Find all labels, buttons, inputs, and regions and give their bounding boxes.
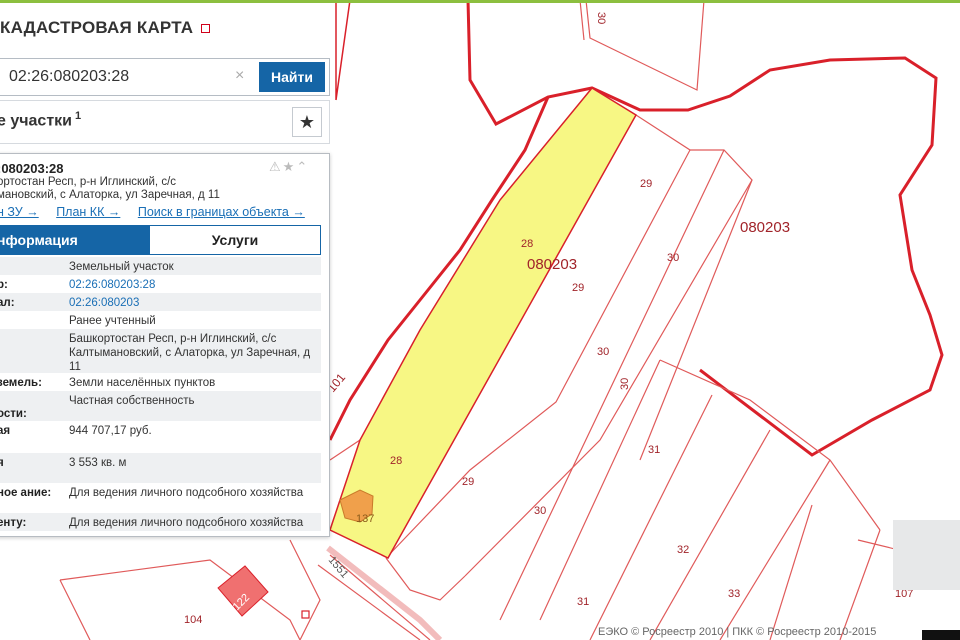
map-label: 104 [184, 614, 202, 626]
link-plan-zu[interactable]: н ЗУ → [0, 205, 39, 219]
scale-bar [922, 630, 960, 640]
card-actions: ⚠★⌃ [269, 159, 309, 175]
map-label: 31 [648, 444, 660, 456]
tab-information[interactable]: нформация [0, 225, 149, 255]
map-label: 30 [595, 12, 607, 24]
row-value: Земли населённых пунктов [69, 377, 216, 389]
parcel-address: ортостан Респ, р-н Иглинский, с/с мановс… [0, 176, 267, 202]
search-button[interactable]: Найти [259, 62, 325, 92]
small-square-marker [301, 610, 310, 619]
table-row: ая 944 707,17 руб. [0, 421, 321, 453]
results-label-text: е участки [0, 112, 73, 130]
table-row: Ранее учтенный [0, 311, 321, 329]
chevron-up-icon[interactable]: ⌃ [296, 159, 309, 174]
favorites-button[interactable]: ★ [292, 107, 322, 137]
row-key: ости: [0, 408, 27, 420]
top-accent-bar [0, 0, 960, 3]
parcel-card: :080203:28 ортостан Респ, р-н Иглинский,… [0, 153, 330, 537]
table-row: р: 02:26:080203:28 [0, 275, 321, 293]
row-value: 944 707,17 руб. [69, 425, 152, 437]
parcel-number: :080203:28 [0, 161, 64, 176]
row-value: Для ведения личного подсобного хозяйства [69, 517, 304, 529]
star-outline-icon[interactable]: ★ [283, 159, 297, 174]
cadastral-number-link[interactable]: 02:26:080203:28 [69, 275, 319, 293]
star-icon: ★ [298, 112, 316, 132]
map-label: 30 [667, 252, 679, 264]
map-label: 31 [577, 596, 589, 608]
tab-services[interactable]: Услуги [149, 225, 321, 255]
row-key: енту: [0, 517, 27, 529]
table-row: ал: 02:26:080203 [0, 293, 321, 311]
row-key [0, 257, 69, 275]
table-row: ное ание: Для ведения личного подсобного … [0, 483, 321, 513]
table-row: я3 553 кв. м [0, 453, 321, 483]
table-row: Земельный участок [0, 257, 321, 275]
row-key: р: [0, 279, 8, 291]
square-icon [201, 24, 211, 34]
app-title: КАДАСТРОВАЯ КАРТА [0, 18, 211, 38]
map-logo-watermark [893, 520, 960, 590]
map-label: 33 [728, 588, 740, 600]
table-row: ости: Частная собственность [0, 391, 321, 421]
row-key [0, 311, 69, 329]
search-input[interactable] [0, 59, 255, 95]
row-key: я [0, 453, 69, 483]
address-line-1: ортостан Респ, р-н Иглинский, с/с [0, 176, 177, 188]
link-plan-kk[interactable]: План КК → [56, 205, 120, 219]
row-value: 3 553 кв. м [69, 457, 127, 469]
row-key: земель: [0, 377, 42, 389]
table-row: земель: Земли населённых пунктов [0, 373, 321, 391]
row-value: Башкортостан Респ, р-н Иглинский, с/с Ка… [69, 333, 311, 373]
row-key: ное ание: [0, 487, 52, 499]
map-label: 1551 [326, 554, 351, 580]
map-label: 30 [597, 346, 609, 358]
table-row: Башкортостан Респ, р-н Иглинский, с/с Ка… [0, 329, 321, 373]
row-key: ал: [0, 297, 15, 309]
attributes-table: Земельный участок р: 02:26:080203:28 ал: 0… [0, 257, 321, 531]
app-title-text: КАДАСТРОВАЯ КАРТА [0, 18, 194, 37]
map-label: 080203 [527, 256, 577, 273]
row-value: Земельный участок [69, 261, 174, 273]
map-label: 30 [534, 505, 546, 517]
quarter-boundary-top-left [335, 0, 351, 101]
link-search-in-bounds[interactable]: Поиск в границах объекта → [138, 205, 305, 219]
map-label: 28 [521, 238, 533, 250]
map-label: 080203 [740, 219, 790, 236]
row-key [0, 329, 69, 373]
map-label: 29 [640, 178, 652, 190]
warning-icon[interactable]: ⚠ [269, 159, 283, 174]
map-label: 30 [619, 378, 631, 390]
map-attribution: ЕЭКО © Росреестр 2010 | ПКК © Росреестр … [598, 626, 877, 638]
table-row: енту: Для ведения личного подсобного хозя… [0, 513, 321, 531]
map-label: 29 [572, 282, 584, 294]
map-label: 29 [462, 476, 474, 488]
results-count: 1 [75, 110, 82, 122]
results-header: е участки 1 ★ [0, 100, 330, 144]
map-label: 32 [677, 544, 689, 556]
card-tabs: нформация Услуги [0, 225, 321, 255]
selected-parcel[interactable] [329, 87, 638, 559]
search-box: × Найти [0, 58, 330, 96]
clear-icon[interactable]: × [235, 67, 244, 85]
row-value: Для ведения личного подсобного хозяйства [69, 487, 304, 499]
results-label: е участки 1 [0, 110, 81, 130]
address-line-2: мановский, с Алаторка, ул Заречная, д 11 [0, 189, 220, 201]
map-label: 137 [356, 513, 374, 525]
quarter-link[interactable]: 02:26:080203 [69, 293, 319, 311]
map-label: 28 [390, 455, 402, 467]
row-value: Ранее учтенный [69, 315, 156, 327]
card-links: н ЗУ → План КК → Поиск в границах объект… [0, 205, 319, 219]
row-key: ая [0, 425, 11, 437]
row-value: Частная собственность [69, 395, 195, 407]
